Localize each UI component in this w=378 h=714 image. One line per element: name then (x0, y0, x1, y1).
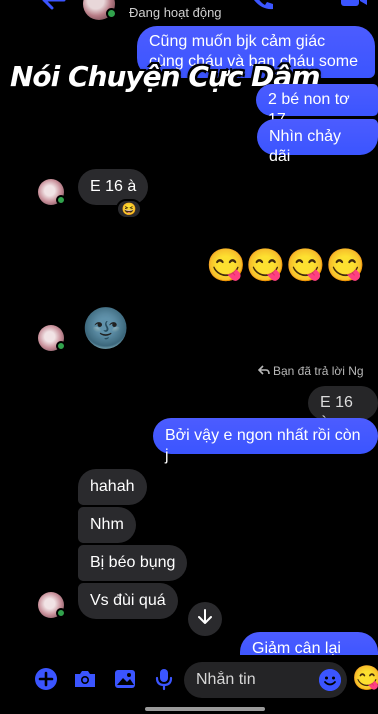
message-text: E 16 à (90, 178, 137, 195)
message-text: Nhm (90, 516, 124, 533)
reaction-badge[interactable]: 😆 (116, 199, 142, 219)
message-bubble-incoming[interactable]: Vs đùi quá (78, 583, 178, 619)
camera-icon[interactable] (73, 667, 97, 691)
message-text: Bởi vậy e ngon nhất rồi còn j (165, 427, 361, 464)
message-text: Nhìn chảy dãi (269, 128, 342, 165)
reply-indicator: Bạn đã trả lời Ng (257, 364, 364, 378)
laughing-emoji-icon: 😆 (121, 202, 137, 216)
emoji-message[interactable]: 🌚 (82, 308, 129, 350)
message-bubble-incoming[interactable]: Nhm (78, 507, 136, 543)
quoted-message[interactable]: E 16 à (308, 386, 378, 431)
online-indicator (106, 8, 117, 19)
microphone-icon[interactable] (152, 667, 176, 691)
online-indicator (56, 195, 66, 205)
plus-icon[interactable] (34, 667, 58, 691)
reply-icon (257, 364, 270, 378)
message-bubble-incoming[interactable]: E 16 à (78, 169, 149, 205)
message-text: 😋😋😋😋 (206, 247, 366, 283)
message-bubble-outgoing[interactable]: Nhìn chảy dãi (257, 119, 378, 165)
image-icon[interactable] (113, 667, 137, 691)
reply-note-text: Bạn đã trả lời Ng (273, 364, 364, 378)
message-bubble-incoming[interactable]: Bị béo bụng (78, 545, 188, 581)
emoji-icon[interactable] (319, 669, 341, 691)
sticker-emoji-icon: 😋 (352, 665, 378, 692)
message-bubble-outgoing[interactable]: Bởi vậy e ngon nhất rồi còn j (153, 418, 378, 464)
message-bubble-outgoing[interactable]: 2 bé non tơ 17 (256, 84, 378, 128)
moon-emoji-icon: 🌚 (82, 308, 130, 350)
home-indicator (145, 707, 265, 711)
sticker-button[interactable]: 😋 (352, 665, 378, 693)
message-text: hahah (90, 478, 135, 495)
online-indicator (56, 608, 66, 618)
scroll-to-bottom-button[interactable] (188, 602, 222, 636)
arrow-down-icon (198, 608, 212, 630)
emoji-message[interactable]: 😋😋😋😋 (206, 247, 365, 283)
message-text: Vs đùi quá (90, 592, 166, 609)
phone-icon[interactable] (250, 0, 274, 10)
back-arrow-icon[interactable] (40, 0, 66, 10)
message-bubble-incoming[interactable]: hahah (78, 469, 147, 505)
active-status: Đang hoạt động (129, 5, 222, 20)
video-camera-icon[interactable] (340, 0, 368, 10)
message-text: Bị béo bụng (90, 554, 176, 571)
online-indicator (56, 341, 66, 351)
